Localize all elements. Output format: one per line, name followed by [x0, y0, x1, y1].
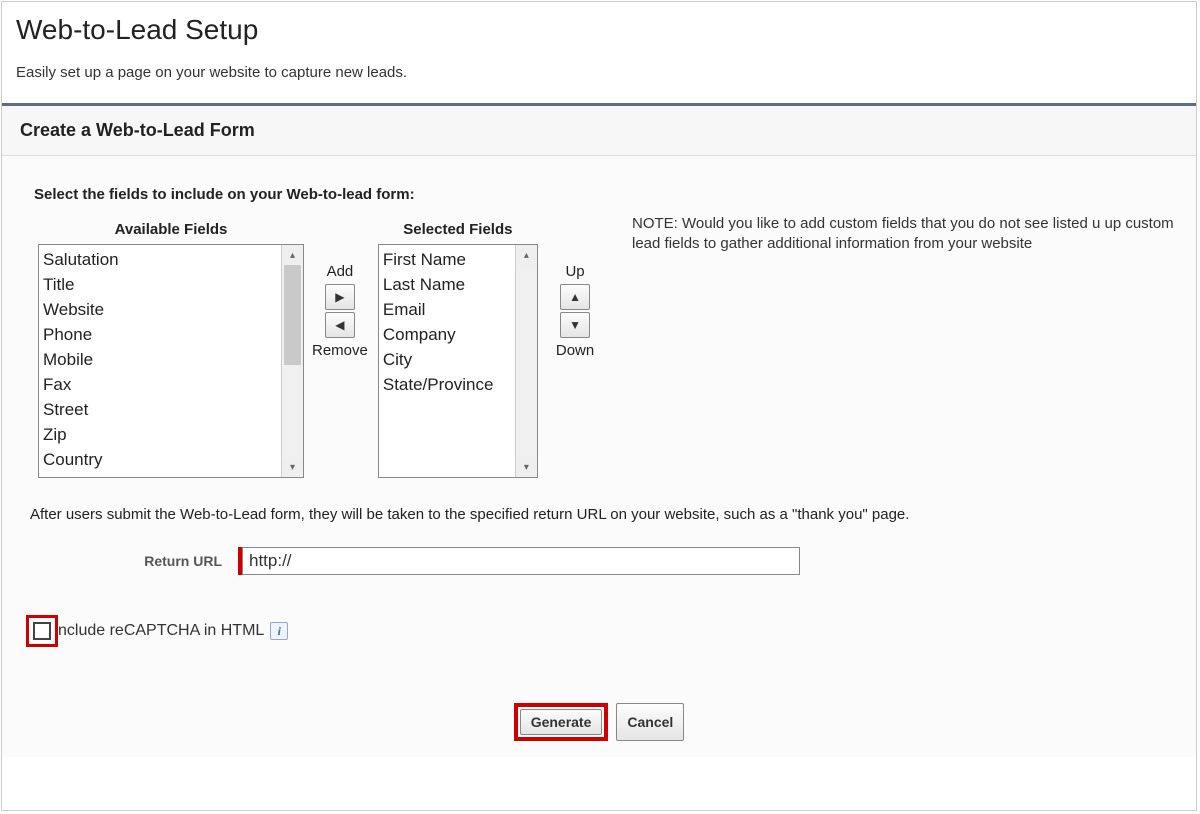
list-item[interactable]: Last Name	[383, 272, 511, 297]
recaptcha-checkbox-highlight	[26, 615, 58, 647]
selected-column: Selected Fields First NameLast NameEmail…	[378, 221, 538, 478]
remove-button[interactable]: ◀	[325, 312, 355, 338]
move-down-button[interactable]: ▼	[560, 312, 590, 338]
add-button[interactable]: ▶	[325, 284, 355, 310]
field-picker: Available Fields SalutationTitleWebsiteP…	[2, 221, 1196, 478]
down-label: Down	[556, 342, 594, 359]
list-item[interactable]: Title	[43, 272, 277, 297]
page-container: Web-to-Lead Setup Easily set up a page o…	[1, 1, 1197, 811]
recaptcha-row: nclude reCAPTCHA in HTML i	[2, 575, 1196, 647]
list-item[interactable]: Country	[43, 447, 277, 472]
scroll-down-icon[interactable]: ▾	[282, 457, 303, 477]
available-scrollbar[interactable]: ▴ ▾	[281, 245, 303, 477]
scroll-up-icon[interactable]: ▴	[516, 245, 537, 265]
move-up-button[interactable]: ▲	[560, 284, 590, 310]
arrow-up-icon: ▲	[569, 290, 581, 304]
page-header: Web-to-Lead Setup Easily set up a page o…	[2, 2, 1196, 103]
up-label: Up	[565, 263, 584, 280]
list-item[interactable]: City	[383, 347, 511, 372]
page-subtitle: Easily set up a page on your website to …	[16, 64, 1182, 81]
section-header: Create a Web-to-Lead Form	[2, 106, 1196, 156]
list-item[interactable]: Website	[43, 297, 277, 322]
list-item[interactable]: Email	[383, 297, 511, 322]
reorder-controls: Up ▲ ▼ Down	[548, 221, 602, 361]
add-remove-controls: Add ▶ ◀ Remove	[304, 221, 376, 361]
list-item[interactable]: Salutation	[43, 247, 277, 272]
arrow-left-icon: ◀	[335, 318, 344, 332]
remove-label: Remove	[312, 342, 368, 359]
return-url-description: After users submit the Web-to-Lead form,…	[2, 478, 1196, 523]
page-title: Web-to-Lead Setup	[16, 14, 1182, 46]
list-item[interactable]: Zip	[43, 422, 277, 447]
available-fields-listbox[interactable]: SalutationTitleWebsitePhoneMobileFaxStre…	[38, 244, 304, 478]
selected-scrollbar[interactable]: ▴ ▾	[515, 245, 537, 477]
list-item[interactable]: Fax	[43, 372, 277, 397]
section-title: Create a Web-to-Lead Form	[20, 120, 1178, 141]
available-fields-label: Available Fields	[115, 221, 228, 238]
list-item[interactable]: Company	[383, 322, 511, 347]
selected-fields-label: Selected Fields	[403, 221, 512, 238]
list-item[interactable]: Phone	[43, 322, 277, 347]
recaptcha-checkbox[interactable]	[33, 622, 51, 640]
return-url-label: Return URL	[2, 553, 238, 569]
form-section: Create a Web-to-Lead Form Select the fie…	[2, 103, 1196, 757]
scroll-up-icon[interactable]: ▴	[282, 245, 303, 265]
info-icon[interactable]: i	[270, 622, 288, 640]
list-item[interactable]: First Name	[383, 247, 511, 272]
return-url-input[interactable]	[242, 547, 800, 575]
selected-fields-listbox[interactable]: First NameLast NameEmailCompanyCityState…	[378, 244, 538, 478]
available-column: Available Fields SalutationTitleWebsiteP…	[38, 221, 304, 478]
section-body: Select the fields to include on your Web…	[2, 156, 1196, 757]
list-item[interactable]: Street	[43, 397, 277, 422]
generate-highlight: Generate	[514, 703, 609, 741]
action-buttons: Generate Cancel	[2, 647, 1196, 757]
arrow-right-icon: ▶	[335, 290, 344, 304]
arrow-down-icon: ▼	[569, 318, 581, 332]
add-label: Add	[327, 263, 354, 280]
scroll-down-icon[interactable]: ▾	[516, 457, 537, 477]
generate-button[interactable]: Generate	[520, 709, 603, 735]
return-url-row: Return URL	[2, 523, 1196, 575]
list-item[interactable]: State/Province	[383, 372, 511, 397]
list-item[interactable]: Mobile	[43, 347, 277, 372]
cancel-button[interactable]: Cancel	[616, 703, 684, 741]
scroll-thumb[interactable]	[284, 265, 301, 365]
recaptcha-label: nclude reCAPTCHA in HTML	[58, 622, 264, 640]
